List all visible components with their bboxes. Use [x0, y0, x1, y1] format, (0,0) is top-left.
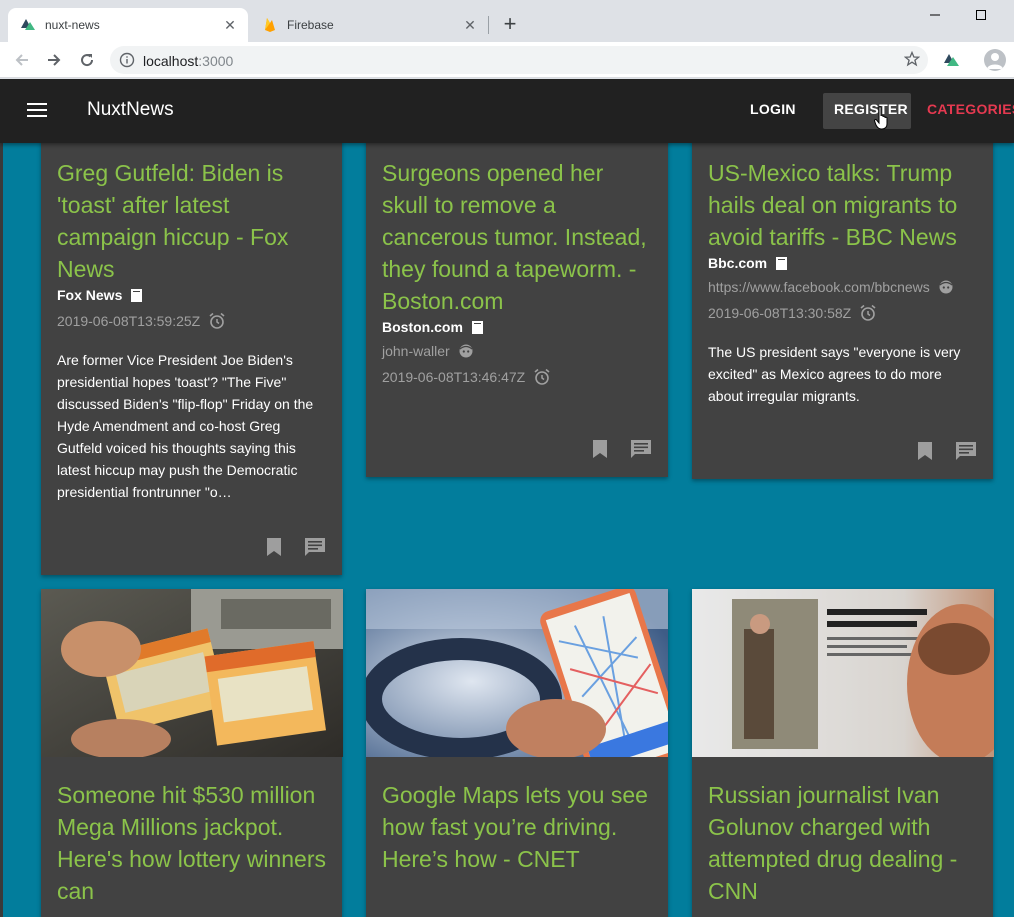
source-name: Bbc.com [708, 255, 768, 271]
card-author: https://www.facebook.com/bbcnews [708, 279, 954, 295]
comment-icon[interactable] [955, 441, 977, 461]
tab-nuxt-news[interactable]: nuxt-news ✕ [8, 8, 248, 42]
forward-icon[interactable] [42, 48, 66, 72]
browser-tabstrip: nuxt-news ✕ Firebase ✕ + [0, 0, 1014, 42]
app-brand[interactable]: NuxtNews [87, 99, 174, 121]
tab-title: nuxt-news [45, 18, 100, 32]
published-time: 2019-06-08T13:59:25Z [57, 313, 201, 329]
newspaper-image[interactable] [692, 589, 994, 757]
page-content: Greg Gutfeld: Biden is 'toast' after lat… [0, 79, 1014, 917]
card-source: Bbc.com [708, 255, 788, 271]
card-headline[interactable]: Greg Gutfeld: Biden is 'toast' after lat… [57, 157, 329, 285]
hamburger-menu-icon[interactable] [25, 99, 49, 123]
comment-icon[interactable] [304, 537, 326, 557]
url-port: :3000 [198, 53, 234, 69]
tab-firebase[interactable]: Firebase ✕ [250, 8, 488, 42]
back-icon[interactable] [10, 48, 34, 72]
face-icon [459, 344, 473, 358]
news-card[interactable]: Surgeons opened her skull to remove a ca… [366, 123, 668, 477]
card-published: 2019-06-08T13:59:25Z [57, 312, 226, 330]
phone-map-image[interactable] [366, 589, 668, 757]
card-description: Are former Vice President Joe Biden's pr… [57, 352, 314, 500]
published-time: 2019-06-08T13:30:58Z [708, 305, 852, 321]
bookmark-icon[interactable] [917, 441, 933, 461]
lottery-tickets-image[interactable] [41, 589, 343, 757]
maximize-icon[interactable] [958, 4, 1004, 26]
profile-avatar-icon[interactable] [984, 49, 1006, 71]
reload-icon[interactable] [75, 48, 99, 72]
hand-cursor-icon [874, 106, 892, 135]
page-left-edge [0, 79, 3, 917]
card-headline[interactable]: Someone hit $530 million Mega Millions j… [57, 779, 329, 907]
card-actions [917, 441, 977, 461]
news-card[interactable]: US-Mexico talks: Trump hails deal on mig… [692, 123, 993, 479]
bookmark-icon[interactable] [266, 537, 282, 557]
tab-separator [488, 16, 489, 34]
face-icon [939, 280, 953, 294]
nuxt-extension-icon[interactable] [942, 52, 960, 73]
register-button[interactable]: REGISTER [834, 101, 908, 117]
minimize-icon[interactable] [912, 4, 958, 26]
url-host: localhost [143, 53, 199, 69]
bookmark-star-icon[interactable] [903, 50, 921, 72]
categories-button[interactable]: CATEGORIES [927, 101, 1014, 117]
new-tab-icon[interactable]: + [498, 13, 522, 37]
info-icon[interactable] [119, 52, 135, 73]
card-source: Boston.com [382, 319, 483, 335]
url-text: localhost:3000 [143, 53, 233, 69]
tab-title: Firebase [287, 18, 334, 32]
card-headline[interactable]: US-Mexico talks: Trump hails deal on mig… [708, 157, 980, 253]
published-time: 2019-06-08T13:46:47Z [382, 369, 526, 385]
news-card[interactable]: Russian journalist Ivan Golunov charged … [692, 589, 994, 917]
comment-icon[interactable] [630, 439, 652, 459]
card-source: Fox News [57, 287, 143, 303]
author-name: https://www.facebook.com/bbcnews [708, 279, 930, 295]
source-name: Fox News [57, 287, 123, 303]
tab-close-icon[interactable]: ✕ [462, 17, 478, 33]
document-icon [131, 288, 143, 302]
news-card[interactable]: Greg Gutfeld: Biden is 'toast' after lat… [41, 123, 342, 575]
card-headline[interactable]: Russian journalist Ivan Golunov charged … [708, 779, 980, 907]
source-name: Boston.com [382, 319, 463, 335]
bookmark-icon[interactable] [592, 439, 608, 459]
news-card[interactable]: Google Maps lets you see how fast you’re… [366, 589, 668, 917]
alarm-clock-icon [209, 312, 225, 329]
app-bar: NuxtNews LOGIN REGISTER CATEGORIES [0, 79, 1014, 143]
nuxt-favicon-icon [20, 17, 36, 33]
card-published: 2019-06-08T13:46:47Z [382, 368, 551, 386]
address-bar[interactable]: localhost:3000 [110, 46, 928, 74]
card-actions [266, 537, 326, 557]
card-author: john-waller [382, 343, 474, 359]
document-icon [776, 256, 788, 270]
login-button[interactable]: LOGIN [750, 101, 796, 117]
tab-close-icon[interactable]: ✕ [222, 17, 238, 33]
alarm-clock-icon [534, 368, 550, 385]
card-headline[interactable]: Surgeons opened her skull to remove a ca… [382, 157, 654, 317]
card-headline[interactable]: Google Maps lets you see how fast you’re… [382, 779, 654, 875]
news-card[interactable]: Someone hit $530 million Mega Millions j… [41, 589, 343, 917]
card-description: The US president says "everyone is very … [708, 344, 961, 404]
document-icon [471, 320, 483, 334]
card-actions [592, 439, 652, 459]
author-name: john-waller [382, 343, 450, 359]
firebase-favicon-icon [262, 17, 278, 33]
alarm-clock-icon [860, 304, 876, 321]
card-published: 2019-06-08T13:30:58Z [708, 304, 877, 322]
browser-toolbar: localhost:3000 [0, 42, 1014, 78]
